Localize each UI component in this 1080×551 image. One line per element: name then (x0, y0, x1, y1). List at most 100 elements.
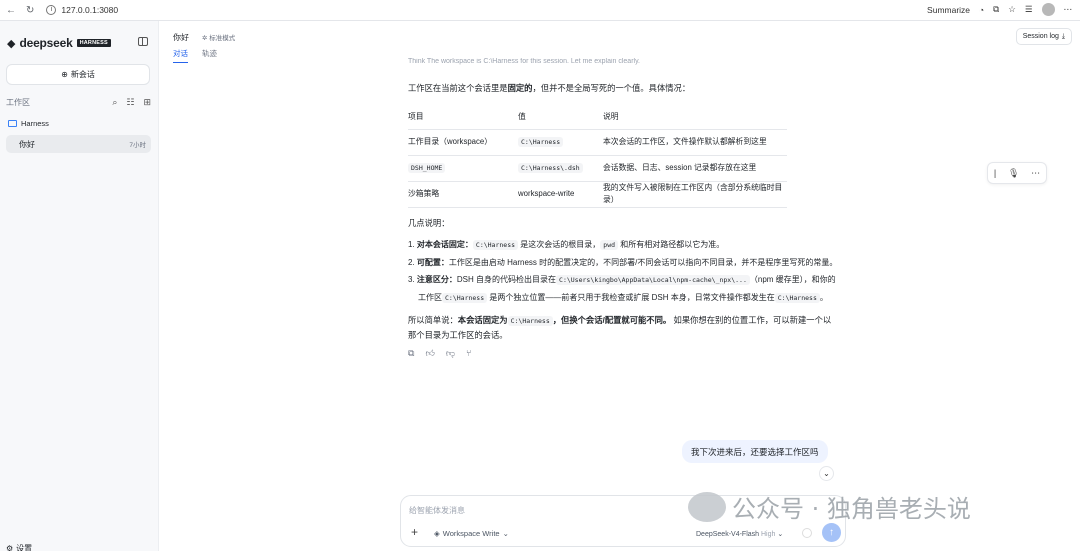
code-value: C:\Harness (774, 292, 820, 303)
filter-icon[interactable]: ☷ (126, 97, 134, 108)
table-header: 说明 (603, 105, 787, 130)
thumbs-up-icon[interactable]: 👍︎ (425, 348, 434, 359)
chat-header: 你好 ✲ 标准模式 对话 轨迹 Session log ⤓ (160, 21, 1080, 63)
table-cell: 我的文件写入被限制在工作区内（含部分系统临时目录） (603, 181, 787, 208)
whale-logo-icon: ◆ (7, 37, 16, 50)
note-text: 和所有相对路径都以它为准。 (620, 239, 725, 249)
more-icon[interactable]: ⋯ (1064, 4, 1073, 15)
table-header: 项目 (408, 105, 518, 130)
add-attachment-button[interactable]: + (407, 525, 422, 540)
list-item: 3. 注意区分：DSH 自身的代码检出目录在 C:\Users\kingbo\Ap… (408, 271, 838, 307)
branch-icon[interactable]: ⑂ (466, 348, 471, 359)
browser-nav: ← ↻ (0, 5, 34, 16)
code-value: C:\Harness\.dsh (518, 163, 583, 173)
download-icon: ⤓ (1061, 32, 1065, 40)
table-row: 工作目录（workspace） C:\Harness 本次会话的工作区，文件操作… (408, 129, 787, 156)
reload-icon[interactable]: ↻ (26, 5, 34, 16)
gear-icon: ⚙ (6, 544, 14, 551)
copy-icon[interactable]: ⧉ (408, 348, 414, 359)
cursor-icon[interactable]: | (994, 168, 996, 178)
address-bar[interactable]: 127.0.0.1:3080 (61, 5, 118, 15)
profile-avatar[interactable] (1041, 3, 1055, 16)
new-folder-icon[interactable]: ⊞ (143, 97, 151, 108)
tab-trace[interactable]: 轨迹 (202, 48, 217, 63)
workspace-permission-select[interactable]: ◈ Workspace Write ⌄ (434, 529, 509, 538)
thumbs-down-icon[interactable]: 👎︎ (446, 348, 455, 359)
summary-bold: 本会话固定为 (457, 314, 508, 325)
code-value: C:\Harness (518, 137, 564, 147)
scroll-down-button[interactable]: ⌄ (819, 466, 834, 481)
more-options-icon[interactable]: ⋯ (1031, 168, 1040, 179)
chevron-down-icon: ⌄ (777, 531, 784, 538)
assistant-message: Think The workspace is C:\Harness for th… (408, 58, 838, 359)
browser-toolbar: ← ↻ i 127.0.0.1:3080 Summarize ◔ ⧉ ☆ ☰ ⋯ (0, 0, 1080, 21)
intro-bold: 固定的 (507, 83, 533, 93)
microphone-icon[interactable]: 🎙︎ (1008, 168, 1019, 179)
context-usage-icon (802, 528, 812, 538)
table-cell: DSH_HOME (408, 155, 518, 182)
table-cell: 本次会话的工作区，文件操作默认都解析到这里 (603, 129, 787, 156)
page-title: 你好 (173, 33, 189, 42)
tabs: 对话 轨迹 (173, 48, 217, 63)
brand-name: deepseek (19, 36, 73, 50)
intro-text-2: ，但并不是全局写死的一个值。具体情况： (532, 83, 691, 93)
message-input[interactable]: 给智能体发消息 (409, 505, 465, 516)
search-icon[interactable]: ⌕ (112, 97, 117, 108)
table-header: 值 (518, 105, 603, 130)
settings-button[interactable]: ⚙ 设置 (6, 543, 32, 551)
chevron-down-icon: ⌄ (502, 529, 509, 538)
watermark-text: 公众号 · 独角兽老头说 (732, 495, 971, 523)
model-label: DeepSeek-V4-Flash (696, 531, 760, 538)
table-cell: C:\Harness (518, 129, 603, 156)
session-title: 你好 (19, 139, 35, 149)
table-cell: C:\Harness\.dsh (518, 155, 603, 182)
copilot-icon[interactable]: ◔ (979, 5, 984, 15)
info-icon[interactable]: i (46, 5, 57, 15)
send-button[interactable]: ↑ (822, 523, 841, 542)
user-message: 我下次进来后，还要选择工作区吗 (682, 440, 828, 463)
arrow-up-icon: ↑ (829, 527, 834, 538)
settings-label: 设置 (16, 544, 33, 551)
tab-chat[interactable]: 对话 (173, 48, 188, 63)
code-value: C:\Harness (442, 292, 488, 303)
workspace-permission-label: Workspace Write (442, 529, 500, 538)
favorites-bar-icon[interactable]: ☰ (1025, 4, 1033, 15)
new-chat-button[interactable]: ⊕ 新会话 (6, 64, 150, 85)
code-value: C:\Harness (507, 315, 553, 326)
list-item: 1. 对本会话固定： C:\Harness 是这次会话的根目录， pwd 和所有相对… (408, 236, 838, 254)
summary-text: 所以简单说： (408, 314, 458, 325)
workspace-table: 项目 值 说明 工作目录（workspace） C:\Harness 本次会话的… (408, 105, 787, 208)
code-value: DSH_HOME (408, 163, 446, 173)
workspace-folder[interactable]: Harness (8, 119, 49, 128)
note-text: 是这次会话的根目录， (520, 239, 601, 249)
folder-icon (8, 120, 17, 127)
session-item[interactable]: 你好 7小时 (6, 135, 151, 153)
notes-title: 几点说明： (408, 217, 450, 228)
session-time: 7小时 (129, 142, 146, 149)
table-row: DSH_HOME C:\Harness\.dsh 会话数据、日志、session… (408, 155, 787, 182)
extensions-icon[interactable]: ⧉ (993, 4, 999, 15)
table-header-row: 项目 值 说明 (408, 105, 787, 130)
table-row: 沙箱策略 workspace-write 我的文件写入被限制在工作区内（含部分系… (408, 181, 787, 208)
intro-text: 工作区在当前这个会话里是 (408, 83, 508, 93)
notes-list: 1. 对本会话固定： C:\Harness 是这次会话的根目录， pwd 和所有相对… (408, 236, 838, 307)
note-bold: 注意区分： (416, 274, 457, 284)
note-text: DSH 自身的代码检出目录在 (456, 274, 557, 284)
think-line[interactable]: Think The workspace is C:\Harness for th… (408, 58, 838, 70)
table-cell: 沙箱策略 (408, 181, 518, 208)
workspace-title: 工作区 (6, 98, 30, 107)
new-chat-label: 新会话 (70, 70, 95, 79)
note-text: 。 (819, 292, 828, 302)
summarize-button[interactable]: Summarize (927, 5, 970, 15)
session-log-button[interactable]: Session log ⤓ (1015, 28, 1072, 45)
shield-icon: ◈ (434, 529, 440, 538)
back-icon[interactable]: ← (6, 5, 16, 16)
list-item: 2. 可配置：工作区是由启动 Harness 时的配置决定的，不同部署/不同会话… (408, 254, 838, 271)
workspace-tools: ⌕ ☷ ⊞ (112, 97, 151, 108)
model-select[interactable]: DeepSeek-V4-Flash High ⌄ (696, 530, 783, 538)
collapse-sidebar-icon[interactable] (138, 37, 148, 46)
list-number: 2. (408, 257, 415, 267)
message-actions: ⧉ 👍︎ 👎︎ ⑂ (408, 348, 838, 359)
list-number: 3. (408, 274, 415, 284)
favorite-icon[interactable]: ☆ (1008, 4, 1016, 15)
